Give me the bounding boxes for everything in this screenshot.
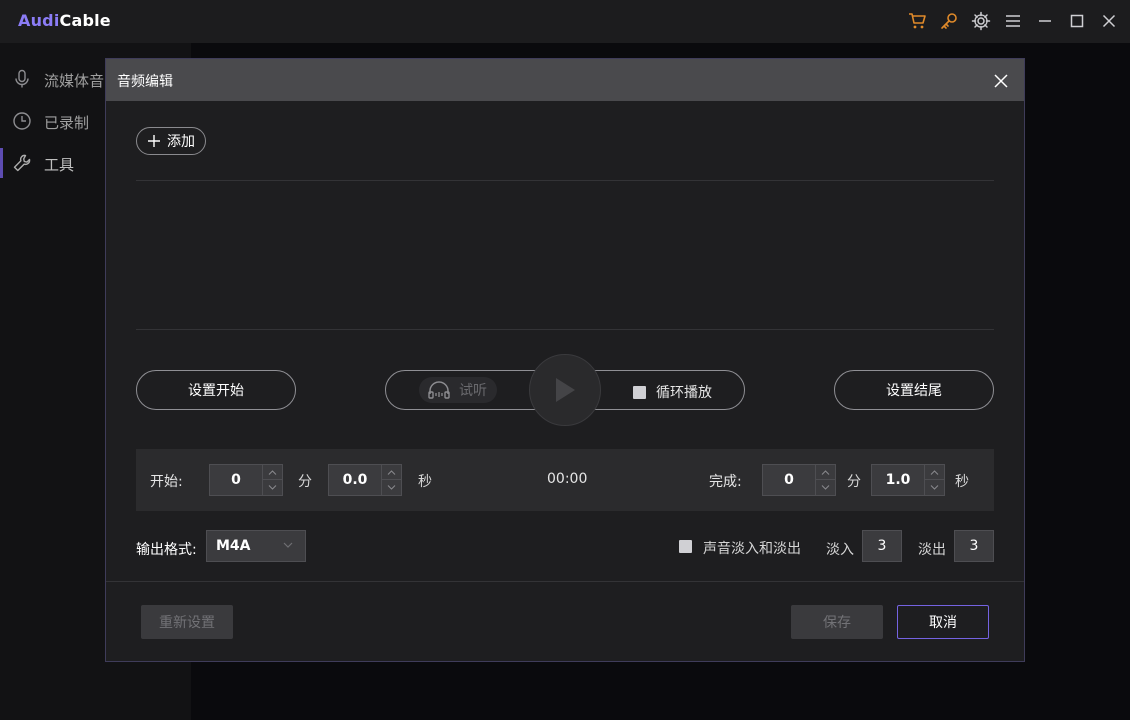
start-seconds-stepper[interactable]: 0.0 [328,464,402,496]
chevron-down-icon [283,542,293,548]
title-bar: AudiCable [0,0,1130,43]
divider [136,329,994,330]
chevron-up-icon [387,469,396,475]
dialog-close-button[interactable] [990,70,1012,92]
plus-icon [148,135,160,147]
increment-button[interactable] [925,465,944,480]
chevron-down-icon [387,485,396,490]
loop-label: 循环播放 [656,385,712,401]
menu-icon[interactable] [1001,9,1025,33]
stepper-arrows [815,465,835,495]
fade-out-input[interactable]: 3 [954,530,994,562]
add-button-label: 添加 [167,134,195,150]
start-minutes-stepper[interactable]: 0 [209,464,283,496]
fade-in-label: 淡入 [826,542,854,558]
fade-out-label: 淡出 [918,542,946,558]
start-seconds-value[interactable]: 0.0 [329,465,381,495]
chevron-up-icon [930,469,939,475]
end-label: 完成: [709,474,742,490]
cart-icon[interactable] [905,9,929,33]
close-icon [994,74,1008,88]
preview-listen-button[interactable]: 试听 [419,377,497,403]
chevron-down-icon [268,485,277,490]
dialog-title: 音频编辑 [117,74,173,90]
decrement-button[interactable] [382,480,401,495]
footer-divider [106,581,1024,582]
fade-in-input[interactable]: 3 [862,530,902,562]
divider [136,180,994,181]
loop-checkbox[interactable] [633,385,646,399]
gear-icon[interactable] [969,9,993,33]
decrement-button[interactable] [263,480,282,495]
stepper-arrows [924,465,944,495]
play-button[interactable] [529,354,601,426]
end-seconds-unit: 秒 [955,474,969,490]
cancel-button[interactable]: 取消 [897,605,989,639]
decrement-button[interactable] [925,480,944,495]
app-logo: AudiCable [18,11,111,30]
start-label: 开始: [150,474,183,490]
start-minutes-value[interactable]: 0 [210,465,262,495]
increment-button[interactable] [263,465,282,480]
chevron-up-icon [821,469,830,475]
save-button[interactable]: 保存 [791,605,883,639]
maximize-icon[interactable] [1065,9,1089,33]
play-icon [556,378,575,402]
end-minutes-unit: 分 [847,474,861,490]
headphones-icon [428,381,450,399]
reset-button[interactable]: 重新设置 [141,605,233,639]
output-format-value: M4A [216,538,251,554]
set-end-button[interactable]: 设置结尾 [834,370,994,410]
key-icon[interactable] [937,9,961,33]
end-seconds-stepper[interactable]: 1.0 [871,464,945,496]
set-start-button[interactable]: 设置开始 [136,370,296,410]
stepper-arrows [262,465,282,495]
increment-button[interactable] [816,465,835,480]
loop-playback-toggle[interactable]: 循环播放 [633,382,712,402]
output-format-select[interactable]: M4A [206,530,306,562]
audio-edit-dialog: 音频编辑 添加 设置开始 试听 循环播放 设置结尾 开始: 0 分 0.0 秒 … [105,58,1025,662]
start-seconds-unit: 秒 [418,474,432,490]
chevron-up-icon [268,469,277,475]
increment-button[interactable] [382,465,401,480]
chevron-down-icon [930,485,939,490]
stepper-arrows [381,465,401,495]
preview-listen-label: 试听 [459,383,487,399]
add-button[interactable]: 添加 [136,127,206,155]
minimize-icon[interactable] [1033,9,1057,33]
close-icon[interactable] [1097,9,1121,33]
logo-part-cable: Cable [59,11,111,30]
dialog-header: 音频编辑 [106,59,1024,101]
fade-checkbox-label[interactable]: 声音淡入和淡出 [703,538,801,558]
fade-checkbox[interactable] [679,540,692,553]
output-format-label: 输出格式: [136,542,197,558]
logo-part-audi: Audi [18,11,60,30]
end-minutes-stepper[interactable]: 0 [762,464,836,496]
start-minutes-unit: 分 [298,474,312,490]
chevron-down-icon [821,485,830,490]
time-range-panel: 开始: 0 分 0.0 秒 00:00 完成: 0 分 1.0 秒 [136,449,994,511]
end-seconds-value[interactable]: 1.0 [872,465,924,495]
end-minutes-value[interactable]: 0 [763,465,815,495]
decrement-button[interactable] [816,480,835,495]
current-time-display: 00:00 [547,471,588,487]
